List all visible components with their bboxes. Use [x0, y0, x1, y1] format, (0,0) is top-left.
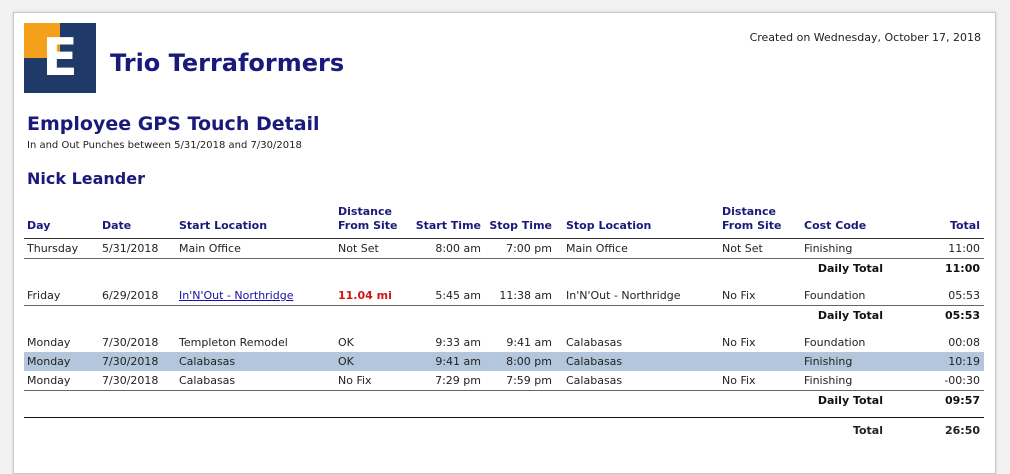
col-day: Day — [27, 219, 51, 232]
daily-total-row: Daily Total 09:57 — [24, 390, 984, 410]
daily-total-label: Daily Total — [817, 394, 883, 407]
cell-stop-time: 8:00 pm — [506, 355, 552, 368]
cell-total: 11:00 — [948, 242, 980, 255]
daily-total-row: Daily Total 11:00 — [24, 258, 984, 278]
logo-letter: E — [42, 28, 78, 88]
cell-start-time: 5:45 am — [435, 289, 481, 302]
col-distance-stop: Distance From Site — [722, 205, 782, 232]
cell-stop-time: 7:59 pm — [506, 374, 552, 387]
cell-start-time: 7:29 pm — [435, 374, 481, 387]
cell-day: Monday — [27, 355, 71, 368]
cell-start-location: Main Office — [179, 242, 241, 255]
company-logo: E — [24, 23, 96, 93]
cell-distance-stop: No Fix — [722, 374, 756, 387]
cell-start-location: Calabasas — [179, 374, 236, 387]
grand-total-row: Total 26:50 — [24, 417, 984, 439]
report-page: E Trio Terraformers Created on Wednesday… — [13, 12, 996, 474]
cell-date: 5/31/2018 — [102, 242, 159, 255]
col-distance-start: Distance From Site — [338, 205, 398, 232]
cell-date: 6/29/2018 — [102, 289, 159, 302]
punch-table: Day Date Start Location Distance From Sit… — [24, 198, 984, 439]
cell-distance-stop: No Fix — [722, 289, 756, 302]
daily-total-value: 11:00 — [944, 262, 980, 275]
cell-stop-location: Calabasas — [566, 355, 623, 368]
table-row[interactable]: Monday 7/30/2018 Templeton Remodel OK 9:… — [24, 333, 984, 352]
cell-day: Friday — [27, 289, 61, 302]
col-start-location: Start Location — [179, 219, 268, 232]
cell-cost-code: Finishing — [804, 355, 853, 368]
cell-distance-warning: 11.04 mi — [338, 289, 392, 302]
cell-total: 00:08 — [948, 336, 980, 349]
cell-stop-location: Main Office — [566, 242, 628, 255]
cell-start-time: 9:33 am — [435, 336, 481, 349]
cell-distance-start: No Fix — [338, 374, 372, 387]
cell-date: 7/30/2018 — [102, 355, 159, 368]
cell-distance-start: OK — [338, 336, 354, 349]
col-stop-time: Stop Time — [489, 219, 552, 232]
start-location-link[interactable]: In'N'Out - Northridge — [179, 286, 293, 305]
cell-date: 7/30/2018 — [102, 336, 159, 349]
cell-day: Monday — [27, 336, 71, 349]
cell-date: 7/30/2018 — [102, 374, 159, 387]
cell-cost-code: Foundation — [804, 289, 866, 302]
col-cost-code: Cost Code — [804, 219, 867, 232]
cell-total: 10:19 — [948, 355, 980, 368]
table-row-selected[interactable]: Monday 7/30/2018 Calabasas OK 9:41 am 8:… — [24, 352, 984, 371]
report-title: Employee GPS Touch Detail — [27, 113, 320, 135]
daily-total-row: Daily Total 05:53 — [24, 305, 984, 325]
cell-start-location: Templeton Remodel — [179, 336, 288, 349]
cell-day: Monday — [27, 374, 71, 387]
cell-stop-time: 11:38 am — [499, 289, 552, 302]
col-total: Total — [949, 219, 980, 232]
cell-start-time: 8:00 am — [435, 242, 481, 255]
cell-total: 05:53 — [948, 289, 980, 302]
cell-stop-location: Calabasas — [566, 336, 623, 349]
cell-cost-code: Finishing — [804, 242, 853, 255]
daily-total-label: Daily Total — [817, 262, 883, 275]
table-row[interactable]: Monday 7/30/2018 Calabasas No Fix 7:29 p… — [24, 371, 984, 390]
table-row[interactable]: Thursday 5/31/2018 Main Office Not Set 8… — [24, 239, 984, 258]
report-subtitle: In and Out Punches between 5/31/2018 and… — [27, 140, 302, 151]
col-date: Date — [102, 219, 132, 232]
cell-total: -00:30 — [944, 374, 980, 387]
cell-start-time: 9:41 am — [435, 355, 481, 368]
daily-total-value: 05:53 — [944, 309, 980, 322]
daily-total-label: Daily Total — [817, 309, 883, 322]
cell-stop-location: Calabasas — [566, 374, 623, 387]
cell-stop-time: 9:41 am — [506, 336, 552, 349]
cell-distance-start: Not Set — [338, 242, 379, 255]
col-stop-location: Stop Location — [566, 219, 652, 232]
company-name: Trio Terraformers — [110, 49, 345, 77]
cell-stop-time: 7:00 pm — [506, 242, 552, 255]
cell-day: Thursday — [27, 242, 79, 255]
grand-total-label: Total — [852, 424, 883, 437]
table-header: Day Date Start Location Distance From Sit… — [24, 198, 984, 239]
created-date: Created on Wednesday, October 17, 2018 — [749, 31, 981, 44]
grand-total-value: 26:50 — [944, 424, 980, 437]
cell-distance-stop: No Fix — [722, 336, 756, 349]
employee-name: Nick Leander — [27, 169, 145, 188]
cell-distance-stop: Not Set — [722, 242, 763, 255]
cell-cost-code: Foundation — [804, 336, 866, 349]
daily-total-value: 09:57 — [944, 394, 980, 407]
table-row[interactable]: Friday 6/29/2018 In'N'Out - Northridge 1… — [24, 286, 984, 305]
col-start-time: Start Time — [415, 219, 481, 232]
cell-distance-start: OK — [338, 355, 354, 368]
cell-stop-location: In'N'Out - Northridge — [566, 289, 681, 302]
cell-cost-code: Finishing — [804, 374, 853, 387]
cell-start-location: Calabasas — [179, 355, 236, 368]
